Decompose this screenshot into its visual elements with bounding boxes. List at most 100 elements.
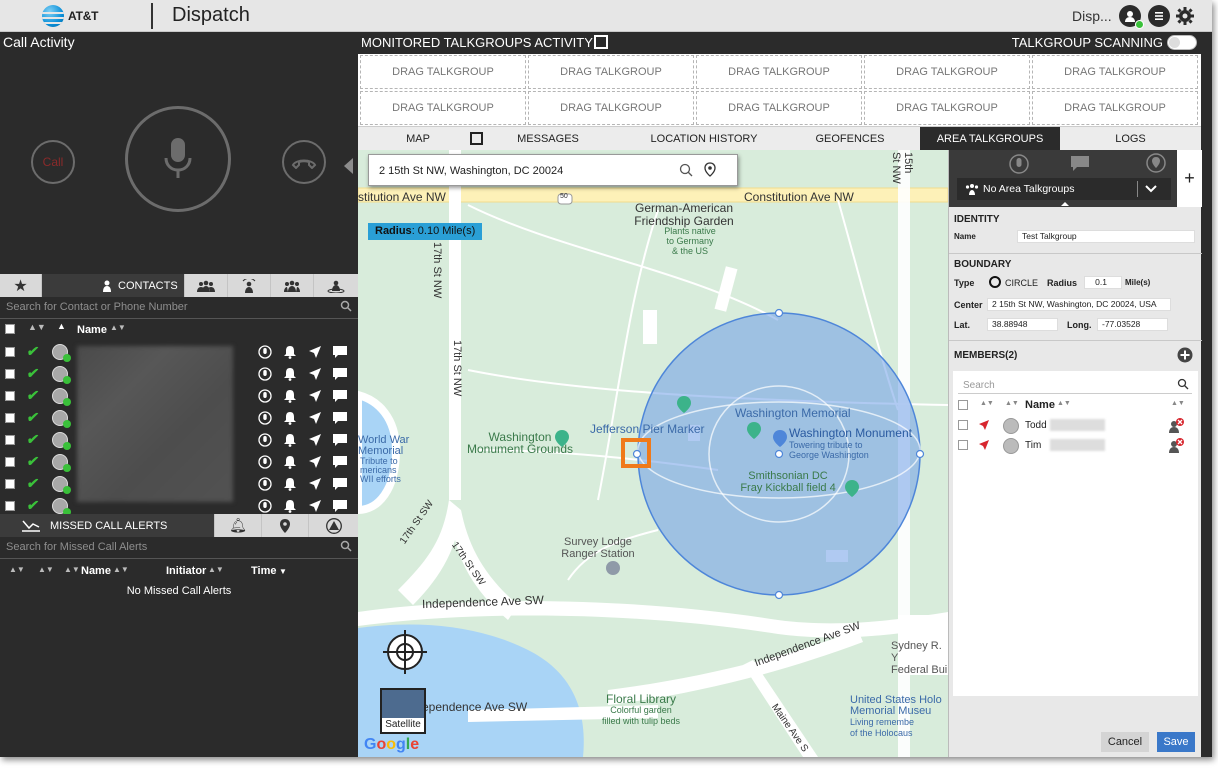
user-name[interactable]: Disp... (1072, 8, 1112, 24)
status-sort-icon[interactable]: ▲▼ (28, 322, 46, 332)
user-status-icon[interactable] (1119, 5, 1144, 29)
row-checkbox[interactable] (5, 435, 15, 445)
ptt-call-icon[interactable] (257, 388, 273, 404)
alert-bell-icon[interactable] (282, 366, 298, 382)
locate-arrow-icon[interactable] (307, 432, 323, 448)
add-member-icon[interactable] (1177, 347, 1193, 363)
alert-bell-icon[interactable] (282, 432, 298, 448)
select-all-checkbox[interactable] (5, 324, 15, 334)
search-icon[interactable] (679, 163, 693, 177)
row-checkbox[interactable] (5, 391, 15, 401)
search-icon[interactable] (340, 300, 352, 312)
external-window-icon[interactable] (594, 35, 608, 49)
locate-arrow-icon[interactable] (307, 344, 323, 360)
save-button[interactable]: Save (1157, 732, 1195, 752)
sort-icon[interactable]: ▲▼ (1171, 400, 1185, 407)
ptt-call-icon[interactable] (257, 366, 273, 382)
missed-alerts-search-field[interactable]: Search for Missed Call Alerts (0, 537, 358, 559)
alert-bell-icon[interactable] (282, 498, 298, 514)
message-icon[interactable] (332, 366, 348, 382)
collapse-panel-arrow[interactable] (344, 158, 353, 174)
locate-arrow-icon[interactable] (307, 454, 323, 470)
location-pin-icon[interactable] (704, 162, 716, 177)
remove-member-icon[interactable] (1167, 417, 1185, 435)
initiator-column-header[interactable]: Initiator (166, 565, 206, 577)
message-icon[interactable] (332, 388, 348, 404)
ptt-call-icon[interactable] (257, 454, 273, 470)
tab-missed-call-alerts[interactable]: MISSED CALL ALERTS (0, 514, 215, 537)
circle-type-radio[interactable] (989, 276, 1001, 288)
row-checkbox[interactable] (5, 479, 15, 489)
tab-geofences[interactable]: GEOFENCES (790, 127, 910, 151)
ptt-call-icon[interactable] (257, 498, 273, 514)
end-call-button[interactable] (282, 140, 326, 184)
cancel-button[interactable]: Cancel (1101, 732, 1149, 752)
center-address-input[interactable]: 2 15th St NW, Washington, DC 20024, USA (987, 298, 1171, 311)
address-input[interactable]: 2 15th St NW, Washington, DC 20024 (379, 165, 563, 177)
alert-bell-icon[interactable] (282, 388, 298, 404)
ptt-call-icon[interactable] (257, 476, 273, 492)
search-icon[interactable] (1177, 378, 1189, 390)
talkgroup-name-input[interactable]: Test Talkgroup (1017, 230, 1195, 243)
drag-talkgroup-slot[interactable]: DRAG TALKGROUP (528, 91, 694, 125)
drag-talkgroup-slot[interactable]: DRAG TALKGROUP (696, 55, 862, 89)
ptt-call-icon[interactable] (257, 410, 273, 426)
search-icon[interactable] (340, 540, 352, 552)
message-icon[interactable] (332, 410, 348, 426)
address-search-box[interactable]: 2 15th St NW, Washington, DC 20024 (368, 154, 738, 186)
message-icon[interactable] (332, 454, 348, 470)
name-column-header[interactable]: Name (81, 565, 111, 577)
map-view[interactable]: stitution Ave NW Constitution Ave NW 50 … (358, 150, 948, 757)
drag-talkgroup-slot[interactable]: DRAG TALKGROUP (864, 91, 1030, 125)
member-row[interactable]: Tim (953, 436, 1198, 456)
settings-list-icon[interactable] (1148, 5, 1170, 27)
tab-warning-alerts[interactable] (309, 514, 358, 537)
tab-map[interactable]: MAP (358, 127, 483, 151)
sort-icon[interactable]: ▲▼ (113, 565, 129, 574)
contact-search-field[interactable]: Search for Contact or Phone Number (0, 297, 358, 319)
message-icon[interactable] (332, 432, 348, 448)
remove-member-icon[interactable] (1167, 437, 1185, 455)
alert-bell-icon[interactable] (282, 454, 298, 470)
name-column-header[interactable]: Name (77, 324, 107, 336)
drag-talkgroup-slot[interactable]: DRAG TALKGROUP (1032, 55, 1198, 89)
radius-input[interactable]: 0.1 (1084, 276, 1122, 289)
tab-area-talkgroups[interactable]: AREA TALKGROUPS (920, 127, 1060, 151)
tab-location-history[interactable]: LOCATION HISTORY (618, 127, 790, 151)
row-checkbox[interactable] (5, 347, 15, 357)
row-checkbox[interactable] (5, 501, 15, 511)
tab-favorites[interactable]: ★ (0, 274, 42, 297)
time-sort-desc-icon[interactable]: ▼ (279, 567, 287, 576)
latitude-input[interactable]: 38.88948 (987, 318, 1058, 331)
tab-dispatch-groups[interactable] (228, 274, 271, 297)
member-row[interactable]: Todd (953, 416, 1198, 436)
microphone-icon[interactable] (1009, 154, 1029, 174)
alert-bell-icon[interactable] (282, 476, 298, 492)
type-sort-icon[interactable]: ▲ (57, 321, 66, 331)
member-search-field[interactable]: Search (958, 376, 1192, 394)
tab-logs[interactable]: LOGS (1060, 127, 1201, 151)
sort-icon[interactable]: ▲▼ (1005, 400, 1019, 407)
add-area-talkgroup-button[interactable]: + (1177, 150, 1202, 207)
message-icon[interactable] (1069, 154, 1091, 172)
select-all-members-checkbox[interactable] (958, 400, 968, 410)
drag-talkgroup-slot[interactable]: DRAG TALKGROUP (1032, 91, 1198, 125)
talkgroup-scanning-toggle[interactable] (1167, 35, 1197, 50)
hold-button[interactable]: Call (31, 140, 75, 184)
longitude-input[interactable]: -77.03528 (1097, 318, 1168, 331)
name-sort-icon[interactable]: ▲▼ (110, 323, 126, 332)
time-column-header[interactable]: Time (251, 565, 276, 577)
message-icon[interactable] (332, 476, 348, 492)
sort-icon[interactable]: ▲▼ (1057, 400, 1071, 407)
alert-bell-icon[interactable] (282, 410, 298, 426)
drag-talkgroup-slot[interactable]: DRAG TALKGROUP (696, 91, 862, 125)
drag-talkgroup-slot[interactable]: DRAG TALKGROUP (360, 91, 526, 125)
tab-area-groups[interactable] (314, 274, 358, 297)
member-checkbox[interactable] (958, 440, 968, 450)
sort-icon[interactable]: ▲▼ (38, 565, 54, 574)
ptt-call-icon[interactable] (257, 432, 273, 448)
sort-icon[interactable]: ▲▼ (9, 565, 25, 574)
locate-arrow-icon[interactable] (307, 366, 323, 382)
location-icon[interactable] (1146, 153, 1166, 173)
message-icon[interactable] (332, 498, 348, 514)
